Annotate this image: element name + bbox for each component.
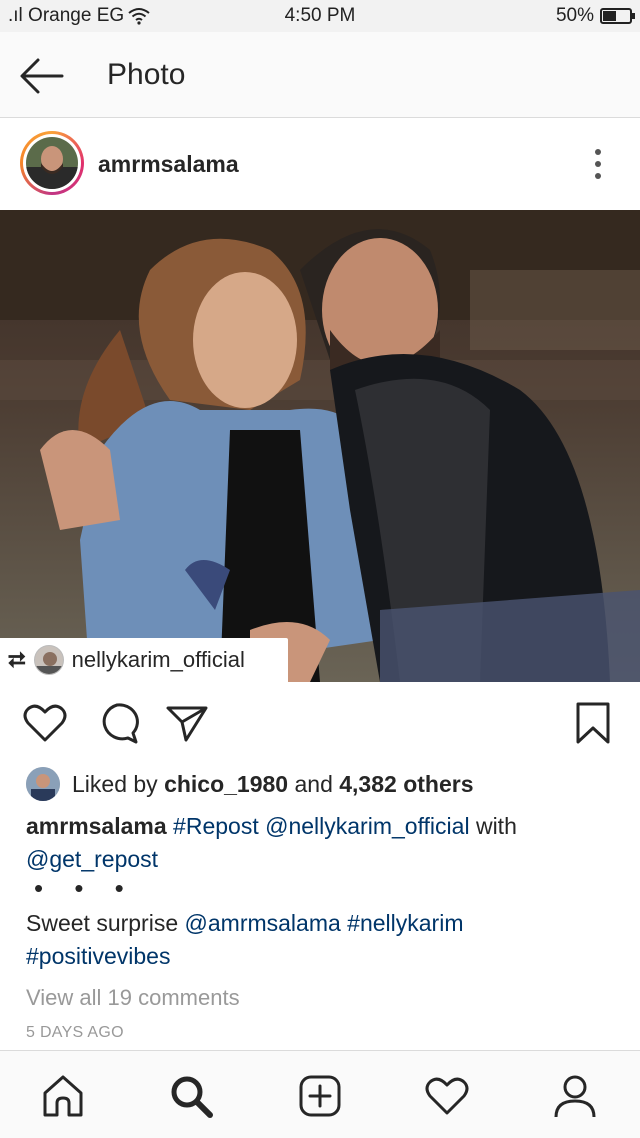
heart-icon: [23, 704, 67, 742]
battery-info: 50%: [555, 5, 635, 27]
post-timestamp: 5 DAYS AGO: [26, 1024, 124, 1041]
mention-get-repost[interactable]: @get_repost: [26, 846, 158, 872]
mention-nellykarim[interactable]: @nellykarim_official: [265, 813, 469, 839]
repost-icon: ⮂: [8, 647, 26, 672]
bookmark-button[interactable]: [570, 700, 616, 746]
status-bar: .ıl Orange EG 4:50 PM 50%: [0, 0, 640, 32]
caption-more-marker: • • •: [34, 873, 136, 903]
battery-level: [603, 11, 616, 21]
post-text: Sweet surprise @amrmsalama #nellykarim #…: [26, 910, 464, 969]
hashtag-positivevibes[interactable]: #positivevibes: [26, 943, 170, 969]
repost-avatar: [33, 645, 64, 675]
likes-summary[interactable]: Liked by chico_1980 and 4,382 others: [26, 766, 474, 802]
profile-icon: [554, 1075, 596, 1118]
nav-activity[interactable]: [424, 1073, 470, 1119]
caption-username[interactable]: amrmsalama: [26, 813, 167, 839]
bottom-navigation: [0, 1050, 640, 1138]
comment-icon: [102, 703, 139, 744]
avatar-image: [26, 137, 78, 189]
bookmark-icon: [576, 702, 610, 744]
activity-icon: [425, 1077, 469, 1115]
hashtag-repost[interactable]: #Repost: [173, 813, 259, 839]
photo-image: [0, 210, 640, 682]
back-button[interactable]: [18, 56, 66, 96]
hashtag-nellykarim[interactable]: #nellykarim: [347, 910, 463, 936]
post-options-button[interactable]: [586, 147, 610, 181]
repost-username: nellykarim_official: [71, 647, 245, 672]
battery-percent: 50%: [555, 5, 594, 26]
liked-by-user[interactable]: chico_1980: [164, 771, 288, 797]
status-time: 4:50 PM: [284, 5, 356, 26]
comment-button[interactable]: [94, 700, 140, 746]
liker-avatar: [26, 767, 60, 801]
post-caption: amrmsalama #Repost @nellykarim_official …: [26, 813, 517, 872]
share-icon: [166, 706, 208, 742]
mention-amrmsalama[interactable]: @amrmsalama: [185, 910, 341, 936]
nav-profile[interactable]: [552, 1073, 598, 1119]
page-title: Photo: [107, 58, 186, 91]
nav-add[interactable]: [297, 1073, 343, 1119]
nav-home[interactable]: [40, 1073, 86, 1119]
add-icon: [299, 1075, 341, 1117]
post-photo[interactable]: ⮂ nellykarim_official: [0, 210, 640, 682]
nav-search[interactable]: [168, 1073, 214, 1119]
liked-by-others[interactable]: 4,382 others: [339, 771, 473, 797]
post-actions: [0, 682, 640, 762]
view-all-comments-link[interactable]: View all 19 comments: [26, 985, 240, 1011]
battery-icon: [600, 8, 635, 24]
like-button[interactable]: [22, 700, 68, 746]
search-icon: [171, 1076, 213, 1118]
post-header: amrmsalama: [0, 119, 640, 210]
arrow-left-icon: [20, 58, 64, 94]
app-header: Photo: [0, 32, 640, 118]
repost-attribution[interactable]: ⮂ nellykarim_official: [0, 638, 288, 682]
home-icon: [43, 1075, 83, 1117]
post-author-avatar[interactable]: [20, 131, 84, 195]
more-vertical-icon: [595, 149, 601, 179]
post-author-username[interactable]: amrmsalama: [98, 151, 239, 178]
share-button[interactable]: [164, 700, 210, 746]
